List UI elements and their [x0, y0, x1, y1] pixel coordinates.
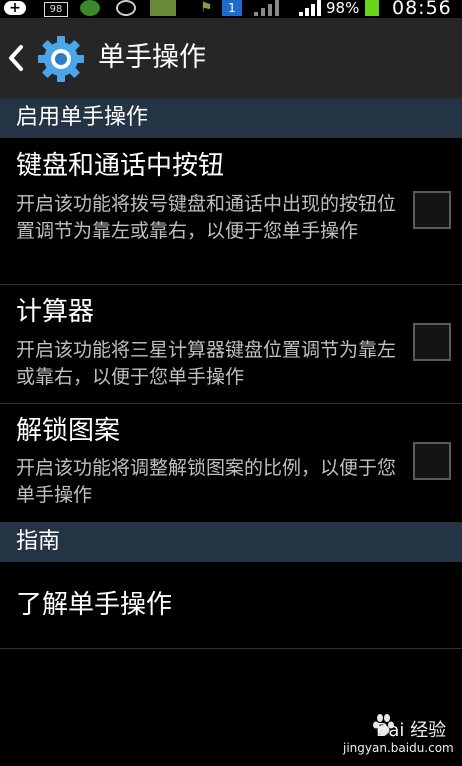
setting-title: 键盘和通话中按钮 — [16, 151, 225, 181]
section-header-enable: 启用单手操作 — [0, 98, 462, 138]
unlock-pattern-checkbox[interactable] — [413, 442, 451, 480]
runner-icon: ⚑ — [200, 0, 213, 16]
dialpad-checkbox[interactable] — [413, 191, 451, 229]
guide-title: 了解单手操作 — [16, 590, 173, 620]
flag-badge: 1 — [222, 0, 242, 16]
calculator-checkbox[interactable] — [413, 323, 451, 361]
setting-item-dialpad[interactable]: 键盘和通话中按钮 开启该功能将拨号键盘和通话中出现的按钮位置调节为靠左或靠右，以… — [0, 138, 462, 284]
section-header-guide: 指南 — [0, 522, 462, 562]
battery-percentage: 98% — [326, 0, 360, 17]
page-title: 单手操作 — [98, 42, 206, 73]
notification-count-badge: 98 — [44, 2, 68, 17]
setting-description: 开启该功能将调整解锁图案的比例，以便于您单手操作 — [16, 457, 397, 506]
setting-title: 解锁图案 — [16, 416, 121, 446]
setting-title: 计算器 — [16, 297, 95, 327]
setting-item-calculator[interactable]: 计算器 开启该功能将三星计算器键盘位置调节为靠左或靠右，以便于您单手操作 — [0, 285, 462, 403]
watermark-brand: Bai 经验 — [376, 720, 447, 741]
guide-item-learn[interactable]: 了解单手操作 — [0, 562, 462, 648]
action-bar: 单手操作 — [0, 18, 462, 100]
cell-signal-icon — [299, 0, 321, 16]
plus-icon: + — [4, 1, 26, 15]
status-bar: + 98 ⚑ 1 98% 08:56 — [0, 0, 462, 18]
book-icon — [150, 0, 176, 16]
clover-icon — [80, 0, 100, 16]
clock: 08:56 — [392, 0, 452, 19]
setting-description: 开启该功能将拨号键盘和通话中出现的按钮位置调节为靠左或靠右，以便于您单手操作 — [16, 193, 397, 242]
setting-item-unlock-pattern[interactable]: 解锁图案 开启该功能将调整解锁图案的比例，以便于您单手操作 — [0, 404, 462, 522]
section-title: 启用单手操作 — [16, 105, 149, 130]
chevron-left-icon[interactable] — [6, 44, 26, 72]
section-title: 指南 — [16, 529, 61, 554]
setting-description: 开启该功能将三星计算器键盘位置调节为靠左或靠右，以便于您单手操作 — [16, 339, 397, 388]
sync-icon — [116, 0, 136, 16]
watermark-url: jingyan.baidu.com — [343, 741, 454, 755]
wifi-signal-icon — [254, 0, 279, 16]
gear-icon — [38, 36, 84, 82]
battery-icon — [365, 0, 379, 16]
divider — [0, 648, 462, 649]
